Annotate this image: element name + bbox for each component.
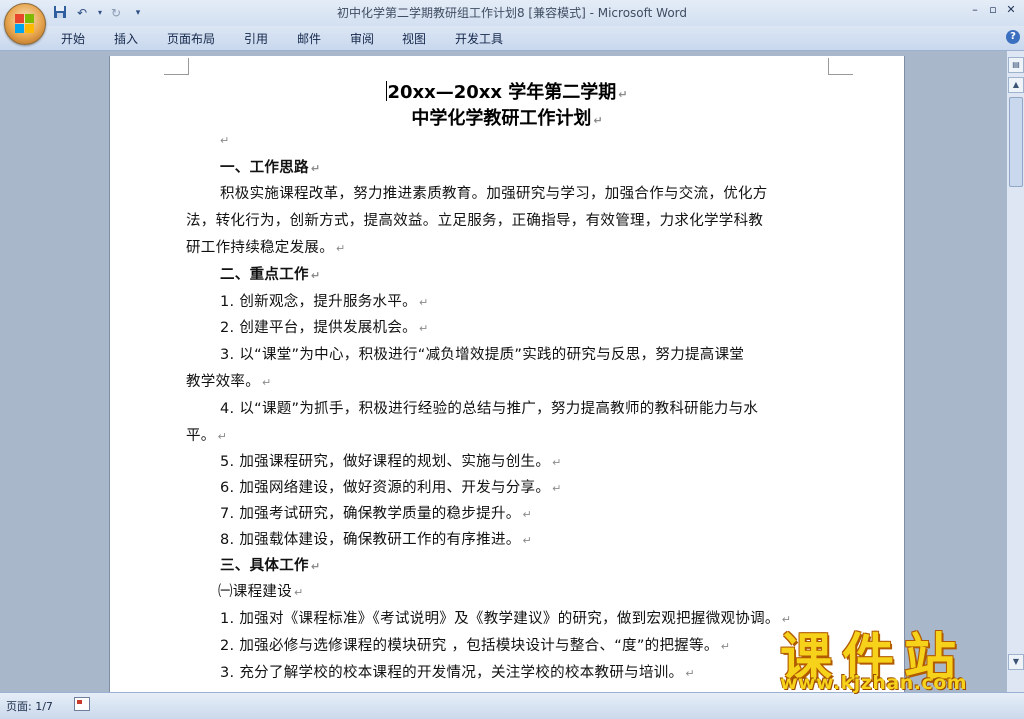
document-area[interactable]: 20xx—20xx 学年第二学期 ↵ 中学化学教研工作计划 ↵ ↵ 一、工作思路 ↵ … bbox=[0, 51, 1006, 692]
scroll-up-icon[interactable]: ▲ bbox=[1008, 77, 1024, 93]
quick-access-toolbar: ↶ ▾ ↻ ▾ bbox=[52, 4, 152, 22]
document-title-line2: 中学化学教研工作计划 ↵ bbox=[411, 108, 603, 129]
document-title-line1: 20xx—20xx 学年第二学期 ↵ bbox=[386, 81, 628, 103]
chevron-down-icon[interactable]: ▾ bbox=[96, 5, 104, 21]
list-item-continuation: 教学效率。 ↵ bbox=[186, 374, 272, 390]
window-controls: – ▫ ✕ bbox=[964, 3, 1018, 17]
list-item: 2. 创建平台，提供发展机会。 ↵ bbox=[220, 320, 429, 336]
restore-icon[interactable]: ▫ bbox=[986, 3, 1000, 17]
tab-view[interactable]: 视图 bbox=[402, 30, 426, 47]
list-item: 6. 加强网络建设，做好资源的利用、开发与分享。 ↵ bbox=[220, 480, 562, 496]
office-button[interactable] bbox=[4, 3, 46, 45]
scrollbar-thumb[interactable] bbox=[1009, 97, 1023, 187]
tab-home[interactable]: 开始 bbox=[61, 30, 85, 47]
list-item: 5. 加强课程研究，做好课程的规划、实施与创生。 ↵ bbox=[220, 454, 562, 470]
paragraph-line: 法，转化行为，创新方式，提高效益。立足服务，正确指导，有效管理，力求化学学科教 bbox=[186, 213, 764, 229]
list-item: 8. 加强载体建设，确保教研工作的有序推进。 ↵ bbox=[220, 532, 533, 548]
list-item-continuation: 平。 ↵ bbox=[186, 428, 228, 444]
tab-insert[interactable]: 插入 bbox=[114, 30, 138, 47]
list-item: 3. 以“课堂”为中心，积极进行“减负增效提质”实践的研究与反思，努力提高课堂 bbox=[220, 347, 745, 363]
paragraph-line: 积极实施课程改革，努力推进素质教育。加强研究与学习，加强合作与交流，优化方 bbox=[220, 186, 768, 202]
section-heading: 二、重点工作 ↵ bbox=[220, 267, 321, 283]
tab-page-layout[interactable]: 页面布局 bbox=[167, 30, 215, 47]
title-bar: 初中化学第二学期教研组工作计划8 [兼容模式] - Microsoft Word… bbox=[0, 0, 1024, 26]
watermark: 课件站 www.kjzhan.com bbox=[780, 616, 1010, 694]
page-count-status[interactable]: 页面: 1/7 bbox=[6, 698, 53, 714]
undo-icon[interactable]: ↶ bbox=[74, 5, 90, 21]
window-title: 初中化学第二学期教研组工作计划8 [兼容模式] - Microsoft Word bbox=[336, 6, 688, 20]
list-item: 7. 加强考试研究，确保教学质量的稳步提升。 ↵ bbox=[220, 506, 533, 522]
redo-icon[interactable]: ↻ bbox=[108, 5, 124, 21]
margin-corner-mark bbox=[828, 58, 853, 75]
paragraph-line: 研工作持续稳定发展。 ↵ bbox=[186, 240, 346, 256]
tab-references[interactable]: 引用 bbox=[244, 30, 268, 47]
section-heading: 一、工作思路 ↵ bbox=[220, 160, 321, 176]
tab-developer[interactable]: 开发工具 bbox=[455, 30, 503, 47]
ribbon-tabs: 开始 插入 页面布局 引用 邮件 审阅 视图 开发工具 ? bbox=[0, 26, 1024, 51]
vertical-scrollbar[interactable]: ▤ ▲ ▼ bbox=[1006, 51, 1024, 692]
empty-paragraph: ↵ bbox=[220, 134, 230, 147]
tab-review[interactable]: 审阅 bbox=[350, 30, 374, 47]
office-logo-icon bbox=[15, 14, 35, 34]
help-icon[interactable]: ? bbox=[1006, 30, 1020, 44]
list-item: 4. 以“课题”为抓手，积极进行经验的总结与推广，努力提高教师的教科研能力与水 bbox=[220, 401, 759, 417]
subsection-heading: ㈠课程建设 ↵ bbox=[218, 584, 304, 600]
save-icon[interactable] bbox=[52, 5, 68, 21]
list-item: 1. 加强对《课程标准》《考试说明》及《教学建议》的研究，做到宏观把握微观协调。… bbox=[220, 611, 792, 627]
status-bar: 页面: 1/7 bbox=[0, 692, 1024, 719]
list-item: 2. 加强必修与选修课程的模块研究 ，包括模块设计与整合、“度”的把握等。 ↵ bbox=[220, 638, 731, 654]
margin-corner-mark bbox=[164, 58, 189, 75]
tab-mailings[interactable]: 邮件 bbox=[297, 30, 321, 47]
close-icon[interactable]: ✕ bbox=[1004, 3, 1018, 17]
minimize-icon[interactable]: – bbox=[968, 3, 982, 17]
document-page[interactable]: 20xx—20xx 学年第二学期 ↵ 中学化学教研工作计划 ↵ ↵ 一、工作思路 ↵ … bbox=[110, 56, 904, 692]
customize-icon[interactable]: ▾ bbox=[130, 5, 146, 21]
ruler-toggle-icon[interactable]: ▤ bbox=[1008, 57, 1024, 73]
scroll-down-icon[interactable]: ▼ bbox=[1008, 654, 1024, 670]
list-item: 1. 创新观念，提升服务水平。 ↵ bbox=[220, 294, 429, 310]
watermark-url: www.kjzhan.com bbox=[780, 672, 968, 694]
language-status-icon[interactable] bbox=[74, 697, 90, 711]
list-item: 3. 充分了解学校的校本课程的开发情况，关注学校的校本教研与培训。 ↵ bbox=[220, 665, 695, 681]
section-heading: 三、具体工作 ↵ bbox=[220, 558, 321, 574]
